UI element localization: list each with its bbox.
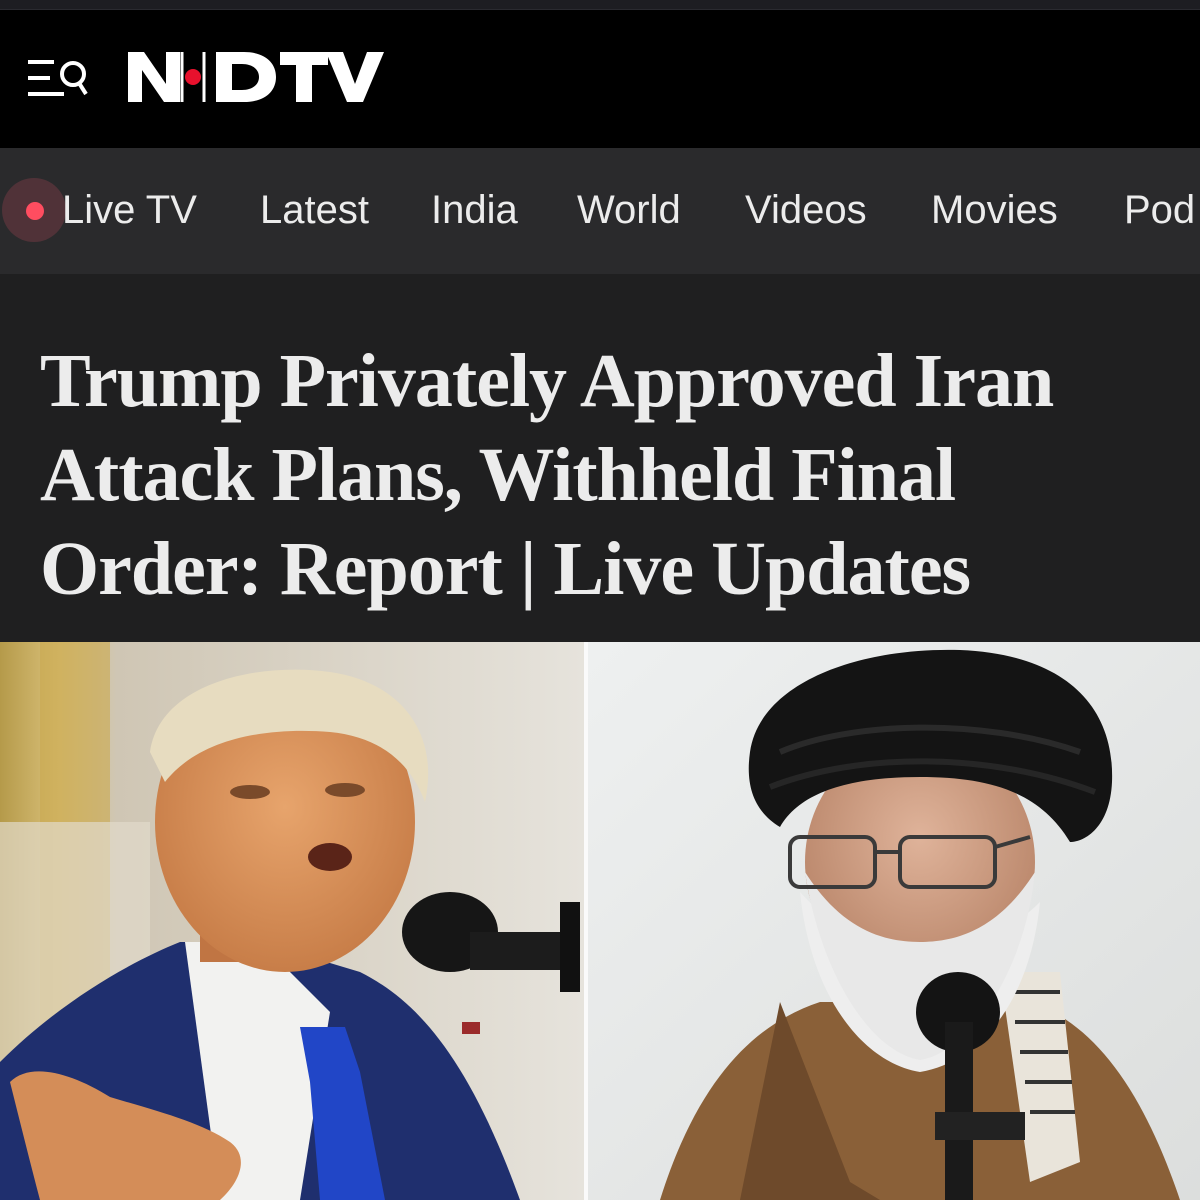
browser-top-edge (0, 0, 1200, 10)
nav-item-india[interactable]: India (431, 148, 518, 274)
article-headline[interactable]: Trump Privately Approved Iran Attack Pla… (40, 334, 1160, 616)
ndtv-logo-mark (128, 52, 384, 102)
lead-photo-illustration (0, 642, 1200, 1200)
nav-item-movies[interactable]: Movies (931, 148, 1058, 274)
menu-search-button[interactable] (24, 56, 94, 104)
menu-search-icon (28, 60, 88, 96)
nav-item-videos[interactable]: Videos (745, 148, 867, 274)
article-header: Trump Privately Approved Iran Attack Pla… (0, 274, 1200, 642)
nav-item-live-tv[interactable]: Live TV (62, 148, 197, 274)
site-header (0, 0, 1200, 148)
article-lead-image[interactable] (0, 642, 1200, 1200)
nav-item-podcasts[interactable]: Pod (1124, 148, 1195, 274)
ndtv-logo[interactable] (122, 44, 392, 110)
nav-item-world[interactable]: World (577, 148, 681, 274)
live-dot-icon (26, 202, 44, 220)
nav-item-latest[interactable]: Latest (260, 148, 369, 274)
